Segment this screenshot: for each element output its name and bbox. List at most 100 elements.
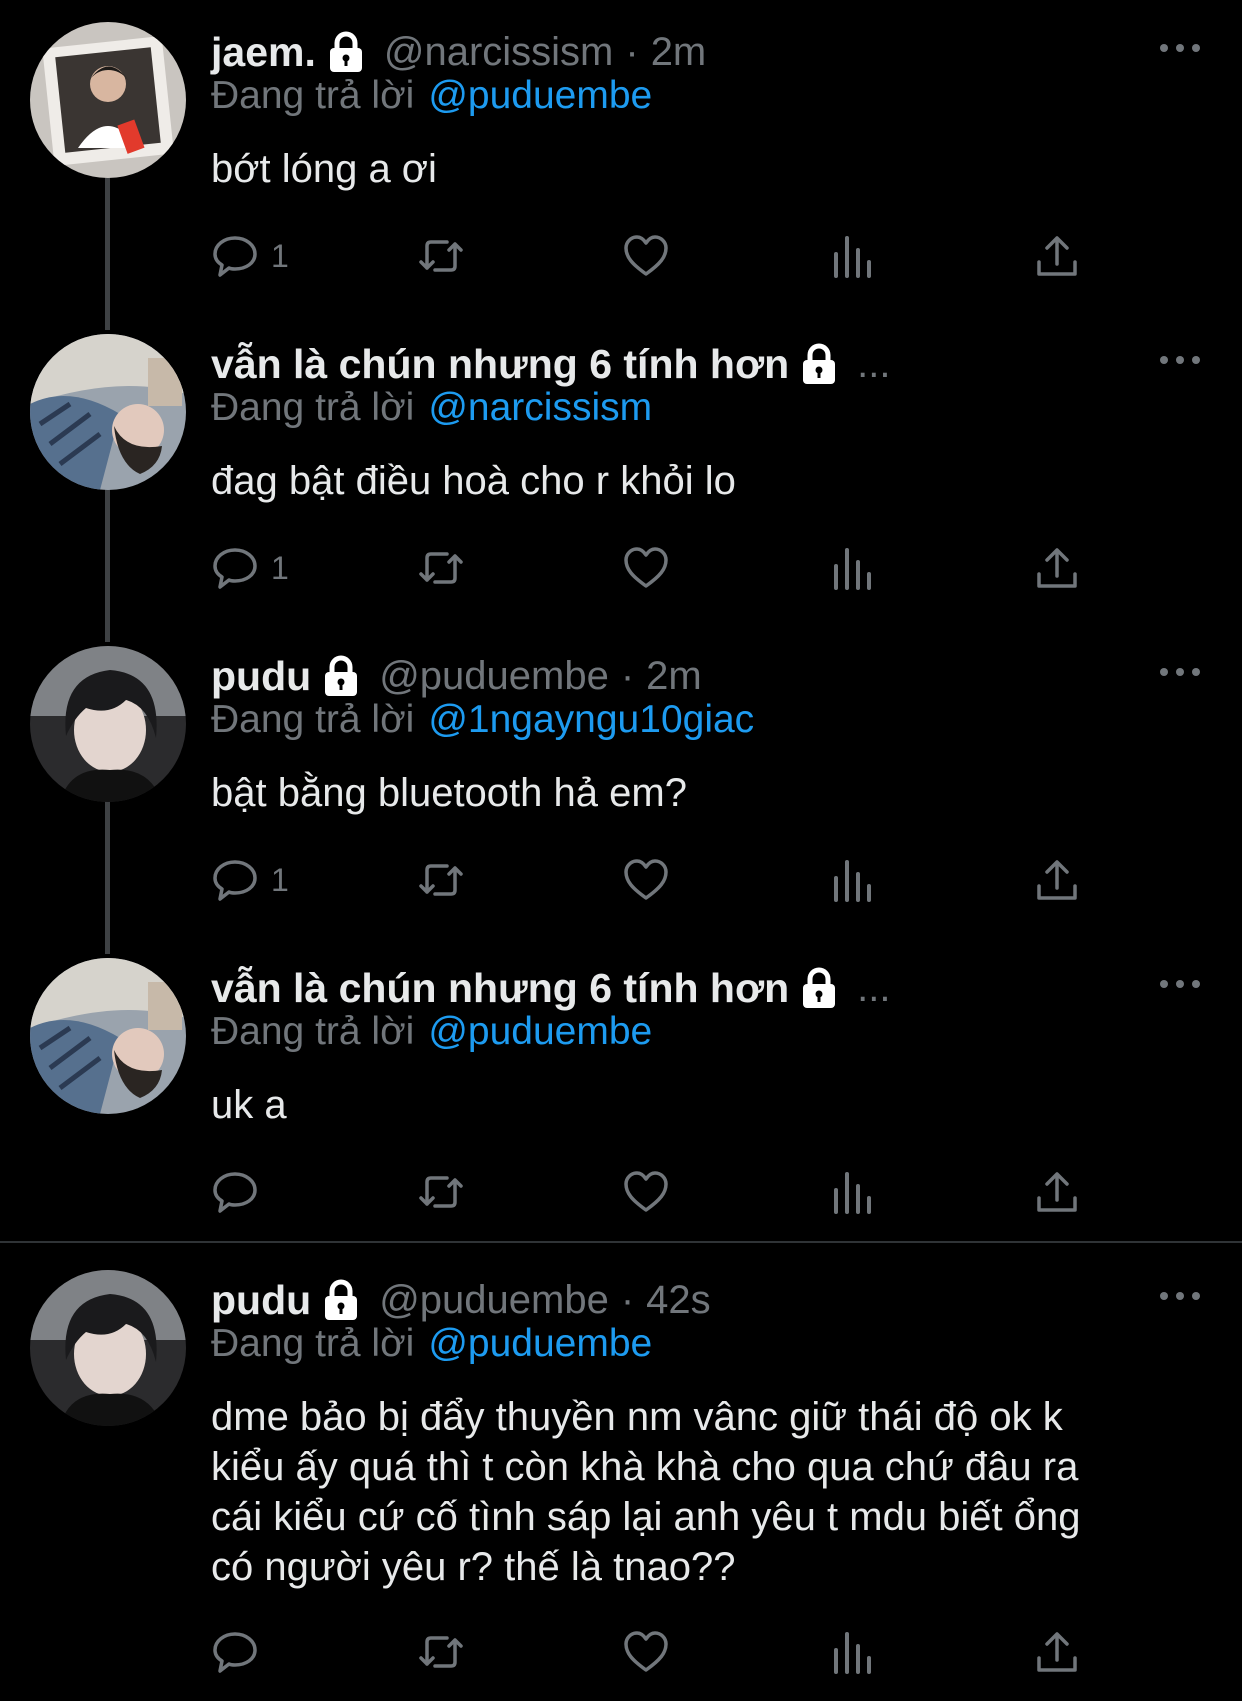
tweet-text-line: dme bảo bị đẩy thuyền nm vânc giữ thái đ… [211,1395,1063,1439]
tweet[interactable]: vẫn là chún nhưng 6 tính hơn ... Đang tr… [0,312,1242,622]
like-button[interactable] [622,226,670,286]
more-icon[interactable] [1158,974,1202,994]
retweet-button[interactable] [417,1622,465,1682]
display-name[interactable]: pudu [211,653,311,700]
more-icon[interactable] [1158,38,1202,58]
tweet-thread: jaem. @narcissism · 2m Đang trả lời @pudu… [0,0,1242,1701]
views-button[interactable] [828,1622,876,1682]
more-icon[interactable] [1158,350,1202,370]
views-icon [834,548,871,590]
display-name[interactable]: jaem. [211,29,316,76]
views-icon [834,860,871,902]
reply-button[interactable] [211,1162,271,1222]
retweet-button[interactable] [417,538,465,598]
like-icon [624,1171,668,1212]
tweet-text: bật bằng bluetooth hả em? [211,771,687,815]
replying-label: Đang trả lời [211,74,415,117]
retweet-icon [419,1176,463,1208]
timestamp[interactable]: 42s [646,1278,711,1323]
action-bar [211,1162,1111,1222]
views-button[interactable] [828,850,876,910]
retweet-button[interactable] [417,850,465,910]
timestamp[interactable]: 2m [646,654,702,699]
replying-label: Đang trả lời [211,386,415,429]
reply-button[interactable]: 1 [211,538,289,598]
tweet-text: dme bảo bị đẩy thuyền nm vânc giữ thái đ… [211,1392,1211,1592]
like-button[interactable] [622,1162,670,1222]
reply-button[interactable] [211,1622,271,1682]
mention-link[interactable]: @1ngayngu10giac [428,698,754,741]
tweet[interactable]: vẫn là chún nhưng 6 tính hơn ... Đang tr… [0,936,1242,1236]
retweet-icon [419,1636,463,1668]
more-icon[interactable] [1158,662,1202,682]
share-button[interactable] [1033,1622,1081,1682]
lock-icon [321,1278,361,1322]
avatar[interactable] [30,1270,186,1426]
reply-count: 1 [271,861,289,898]
share-icon [1037,1172,1077,1212]
tweet[interactable]: pudu @puduembe · 2m Đang trả lời @1ngayng… [0,624,1242,934]
tweet-text-line: kiểu ấy quá thì t còn khà khà cho qua ch… [211,1445,1079,1489]
like-button[interactable] [622,1622,670,1682]
action-bar: 1 [211,850,1111,910]
avatar[interactable] [30,334,186,490]
mention-link[interactable]: @puduembe [428,74,652,117]
reply-icon [213,860,257,901]
reply-button[interactable]: 1 [211,226,289,286]
share-button[interactable] [1033,850,1081,910]
mention-link[interactable]: @puduembe [428,1322,652,1365]
tweet-header: pudu @puduembe · 42s [211,1274,711,1326]
tweet-text: bớt lóng a ơi [211,147,437,191]
reply-icon [213,1172,257,1213]
display-name[interactable]: vẫn là chún nhưng 6 tính hơn [211,965,789,1012]
views-button[interactable] [828,538,876,598]
reply-icon [213,236,257,277]
lock-icon [799,342,839,386]
views-icon [834,1172,871,1214]
separator-dot: · [620,653,635,698]
like-icon [624,859,668,900]
mention-link[interactable]: @puduembe [428,1010,652,1053]
like-button[interactable] [622,538,670,598]
share-icon [1037,236,1077,276]
mention-link[interactable]: @narcissism [428,386,652,429]
share-button[interactable] [1033,1162,1081,1222]
truncation-ellipsis: ... [857,965,891,1010]
lock-icon [799,966,839,1010]
reply-icon [213,548,257,589]
retweet-button[interactable] [417,1162,465,1222]
more-icon[interactable] [1158,1286,1202,1306]
avatar[interactable] [30,22,186,178]
reply-button[interactable]: 1 [211,850,289,910]
share-icon [1037,1632,1077,1672]
reply-icon [213,1632,257,1673]
like-button[interactable] [622,850,670,910]
replying-label: Đang trả lời [211,698,415,741]
replying-to: Đang trả lời @puduembe [211,1010,652,1054]
replying-to: Đang trả lời @puduembe [211,1322,652,1366]
handle[interactable]: @puduembe [379,1278,609,1323]
display-name[interactable]: pudu [211,1277,311,1324]
share-button[interactable] [1033,538,1081,598]
avatar[interactable] [30,958,186,1114]
retweet-icon [419,552,463,584]
tweet[interactable]: pudu @puduembe · 42s Đang trả lời @puduem… [0,1248,1242,1701]
replying-label: Đang trả lời [211,1322,415,1365]
tweet[interactable]: jaem. @narcissism · 2m Đang trả lời @pudu… [0,0,1242,310]
like-icon [624,235,668,276]
share-button[interactable] [1033,226,1081,286]
action-bar: 1 [211,226,1111,286]
views-button[interactable] [828,1162,876,1222]
handle[interactable]: @narcissism [384,30,614,75]
replying-to: Đang trả lời @narcissism [211,386,652,430]
retweet-button[interactable] [417,226,465,286]
handle[interactable]: @puduembe [379,654,609,699]
views-button[interactable] [828,226,876,286]
lock-icon [326,30,366,74]
avatar[interactable] [30,646,186,802]
reply-count: 1 [271,549,289,586]
timestamp[interactable]: 2m [651,30,707,75]
display-name[interactable]: vẫn là chún nhưng 6 tính hơn [211,341,789,388]
lock-icon [321,654,361,698]
like-icon [624,1631,668,1672]
